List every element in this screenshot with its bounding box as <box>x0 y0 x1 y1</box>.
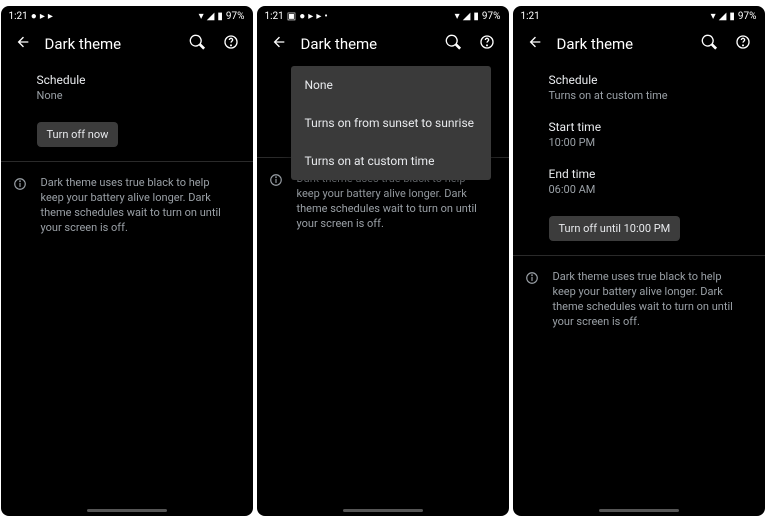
battery-percent: 97% <box>738 11 757 22</box>
page-title: Dark theme <box>557 35 687 53</box>
arrow-back-icon <box>527 34 543 50</box>
signal-icon: ◢ <box>207 11 215 22</box>
signal-icon: ◢ <box>719 11 727 22</box>
search-button[interactable] <box>445 34 461 53</box>
info-text: Dark theme uses true black to help keep … <box>297 172 495 231</box>
wifi-icon: ▾ <box>711 11 716 22</box>
status-notif-icon: ▸ <box>40 11 45 22</box>
turn-off-until-button[interactable]: Turn off until 10:00 PM <box>549 216 681 241</box>
status-bar: 1:21 ▣ ● ▸ ▸ • ▾ ◢ ▮ 97% <box>257 6 509 26</box>
status-notif-icon: ▸ <box>48 11 53 22</box>
status-notif-icon: ● <box>31 11 37 22</box>
arrow-back-icon <box>15 34 31 50</box>
schedule-value: None <box>37 89 217 102</box>
status-time: 1:21 <box>9 11 28 22</box>
page-title: Dark theme <box>301 35 431 53</box>
nav-handle[interactable] <box>343 509 423 512</box>
help-icon <box>735 34 751 50</box>
app-bar: Dark theme <box>257 26 509 63</box>
screen-schedule-menu: 1:21 ▣ ● ▸ ▸ • ▾ ◢ ▮ 97% Dark theme <box>257 6 509 516</box>
help-button[interactable] <box>479 34 495 53</box>
turn-off-button[interactable]: Turn off now <box>37 122 119 147</box>
screen-schedule-none: 1:21 ● ▸ ▸ ▾ ◢ ▮ 97% Dark theme <box>1 6 253 516</box>
app-bar: Dark theme <box>513 26 765 63</box>
schedule-label: Schedule <box>549 73 729 87</box>
status-notif-icon: • <box>324 11 327 22</box>
schedule-label: Schedule <box>37 73 217 87</box>
end-time-label: End time <box>549 167 729 181</box>
schedule-setting[interactable]: Schedule Turns on at custom time <box>513 63 765 110</box>
info-block: Dark theme uses true black to help keep … <box>513 256 765 329</box>
screen-custom-time: 1:21 ▾ ◢ ▮ 97% Dark theme <box>513 6 765 516</box>
arrow-back-icon <box>271 34 287 50</box>
schedule-option-custom[interactable]: Turns on at custom time <box>291 142 491 180</box>
wifi-icon: ▾ <box>455 11 460 22</box>
schedule-value: Turns on at custom time <box>549 89 729 102</box>
app-bar: Dark theme <box>1 26 253 63</box>
status-time: 1:21 <box>265 11 284 22</box>
page-title: Dark theme <box>45 35 175 53</box>
end-time-setting[interactable]: End time 06:00 AM <box>513 157 765 204</box>
nav-handle[interactable] <box>599 509 679 512</box>
search-icon <box>189 34 205 50</box>
battery-icon: ▮ <box>473 11 479 22</box>
help-icon <box>479 34 495 50</box>
status-time: 1:21 <box>521 11 540 22</box>
help-button[interactable] <box>735 34 751 53</box>
info-text: Dark theme uses true black to help keep … <box>553 270 751 329</box>
start-time-setting[interactable]: Start time 10:00 PM <box>513 110 765 157</box>
info-icon <box>525 271 541 329</box>
back-button[interactable] <box>271 34 287 53</box>
search-button[interactable] <box>701 34 717 53</box>
info-text: Dark theme uses true black to help keep … <box>41 176 239 235</box>
schedule-option-none[interactable]: None <box>291 66 491 104</box>
help-icon <box>223 34 239 50</box>
battery-icon: ▮ <box>729 11 735 22</box>
info-icon <box>269 173 285 231</box>
status-bar: 1:21 ▾ ◢ ▮ 97% <box>513 6 765 26</box>
info-icon <box>13 177 29 235</box>
signal-icon: ◢ <box>463 11 471 22</box>
back-button[interactable] <box>15 34 31 53</box>
schedule-popup: None Turns on from sunset to sunrise Tur… <box>291 66 491 180</box>
schedule-setting[interactable]: Schedule None <box>1 63 253 110</box>
back-button[interactable] <box>527 34 543 53</box>
info-block: Dark theme uses true black to help keep … <box>1 162 253 235</box>
nav-handle[interactable] <box>87 509 167 512</box>
schedule-option-sunset[interactable]: Turns on from sunset to sunrise <box>291 104 491 142</box>
battery-percent: 97% <box>226 11 245 22</box>
status-bar: 1:21 ● ▸ ▸ ▾ ◢ ▮ 97% <box>1 6 253 26</box>
battery-percent: 97% <box>482 11 501 22</box>
battery-icon: ▮ <box>217 11 223 22</box>
start-time-label: Start time <box>549 120 729 134</box>
end-time-value: 06:00 AM <box>549 183 729 196</box>
status-notif-icon: ▣ <box>287 11 296 22</box>
status-notif-icon: ● <box>299 11 305 22</box>
search-icon <box>701 34 717 50</box>
help-button[interactable] <box>223 34 239 53</box>
status-notif-icon: ▸ <box>308 11 313 22</box>
search-button[interactable] <box>189 34 205 53</box>
status-notif-icon: ▸ <box>316 11 321 22</box>
wifi-icon: ▾ <box>199 11 204 22</box>
start-time-value: 10:00 PM <box>549 136 729 149</box>
search-icon <box>445 34 461 50</box>
